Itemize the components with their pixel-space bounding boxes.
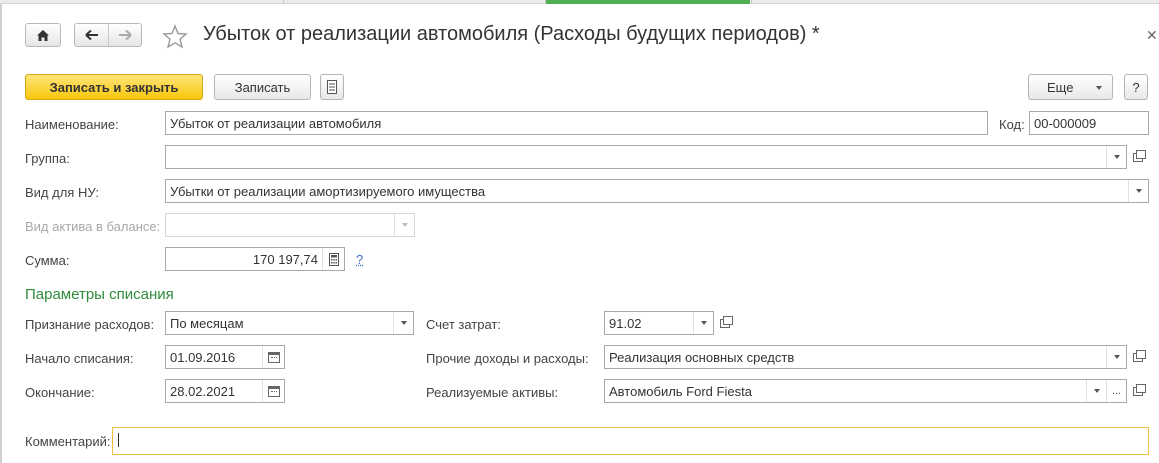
more-menu-label: Еще xyxy=(1047,79,1074,95)
calendar-icon xyxy=(267,351,280,363)
assets-dropdown-button[interactable] xyxy=(1086,380,1106,402)
text-caret xyxy=(118,433,119,447)
chevron-down-icon xyxy=(1135,189,1142,193)
open-form-icon xyxy=(1133,149,1146,162)
start-date-value: 01.09.2016 xyxy=(170,349,236,365)
open-form-icon xyxy=(720,315,733,328)
asset-type-dropdown-button[interactable] xyxy=(394,214,414,236)
assets-select-button[interactable]: ... xyxy=(1106,380,1126,402)
amount-field[interactable]: 170 197,74 xyxy=(165,247,345,271)
group-open-button[interactable] xyxy=(1128,145,1148,169)
chevron-down-icon xyxy=(400,321,407,325)
save-button[interactable]: Записать xyxy=(214,74,311,100)
tax-type-label: Вид для НУ: xyxy=(25,185,99,200)
recognition-select[interactable]: По месяцам xyxy=(165,311,414,335)
left-border xyxy=(0,4,2,463)
tax-type-select[interactable]: Убытки от реализации амортизируемого иму… xyxy=(165,179,1149,203)
close-icon[interactable]: ✕ xyxy=(1146,27,1158,44)
save-and-close-button[interactable]: Записать и закрыть xyxy=(25,74,203,100)
recognition-dropdown-button[interactable] xyxy=(393,312,413,334)
tax-type-value: Убытки от реализации амортизируемого иму… xyxy=(170,183,486,199)
chevron-down-icon xyxy=(700,321,707,325)
tab-strip xyxy=(0,0,1159,4)
chevron-down-icon xyxy=(1113,155,1120,159)
history-nav xyxy=(74,23,142,47)
other-income-select[interactable]: Реализация основных средств xyxy=(604,345,1127,369)
cost-account-select[interactable]: 91.02 xyxy=(604,311,714,335)
start-date-label: Начало списания: xyxy=(25,351,134,366)
calculator-button[interactable] xyxy=(322,248,344,270)
other-income-dropdown-button[interactable] xyxy=(1106,346,1126,368)
end-date-label: Окончание: xyxy=(25,385,95,400)
comment-label: Комментарий: xyxy=(25,434,111,449)
calendar-icon xyxy=(267,385,280,397)
cost-account-dropdown-button[interactable] xyxy=(693,312,713,334)
assets-select[interactable]: Автомобиль Ford Fiesta ... xyxy=(604,379,1127,403)
group-select[interactable] xyxy=(165,145,1127,169)
list-icon xyxy=(327,80,337,94)
code-label: Код: xyxy=(999,117,1025,132)
name-field[interactable]: Убыток от реализации автомобиля xyxy=(165,111,988,135)
home-button[interactable] xyxy=(25,23,61,47)
cost-account-value: 91.02 xyxy=(609,315,642,331)
chevron-down-icon xyxy=(1113,355,1120,359)
other-income-value: Реализация основных средств xyxy=(609,349,795,365)
open-form-icon xyxy=(1133,383,1146,396)
other-income-open-button[interactable] xyxy=(1128,345,1148,369)
tab-divider xyxy=(751,0,752,4)
back-button[interactable] xyxy=(75,24,108,46)
calculator-icon xyxy=(328,252,339,266)
star-icon xyxy=(162,24,188,49)
chevron-down-icon xyxy=(1096,86,1102,90)
chevron-down-icon xyxy=(1093,389,1100,393)
amount-help-link[interactable]: ? xyxy=(356,252,363,267)
cost-account-label: Счет затрат: xyxy=(426,317,501,332)
open-form-icon xyxy=(1133,349,1146,362)
group-dropdown-button[interactable] xyxy=(1106,146,1126,168)
end-date-value: 28.02.2021 xyxy=(170,383,236,399)
arrow-left-icon xyxy=(84,29,98,41)
home-icon xyxy=(37,29,49,41)
end-date-field[interactable]: 28.02.2021 xyxy=(165,379,285,403)
amount-label: Сумма: xyxy=(25,253,70,268)
end-date-calendar-button[interactable] xyxy=(262,380,284,402)
amount-value: 170 197,74 xyxy=(252,251,318,267)
asset-type-select[interactable] xyxy=(165,213,415,237)
active-tab-indicator[interactable] xyxy=(546,0,750,4)
asset-type-label: Вид актива в балансе: xyxy=(25,219,161,234)
name-value: Убыток от реализации автомобиля xyxy=(170,115,382,131)
group-label: Группа: xyxy=(25,151,70,166)
tax-type-dropdown-button[interactable] xyxy=(1128,180,1148,202)
assets-open-button[interactable] xyxy=(1128,379,1148,403)
other-income-label: Прочие доходы и расходы: xyxy=(426,351,589,366)
help-button[interactable]: ? xyxy=(1124,74,1148,100)
cost-account-open-button[interactable] xyxy=(715,311,735,335)
arrow-right-icon xyxy=(119,29,132,41)
forward-button[interactable] xyxy=(108,24,141,46)
start-date-field[interactable]: 01.09.2016 xyxy=(165,345,285,369)
page-title: Убыток от реализации автомобиля (Расходы… xyxy=(203,23,820,45)
code-field[interactable]: 00-000009 xyxy=(1029,111,1149,135)
assets-label: Реализуемые активы: xyxy=(426,385,559,400)
writeoff-section-title: Параметры списания xyxy=(25,286,174,303)
chevron-down-icon xyxy=(401,223,408,227)
recognition-value: По месяцам xyxy=(170,315,244,331)
tab-divider xyxy=(283,0,284,4)
favorite-star-button[interactable] xyxy=(162,24,188,52)
more-menu-button[interactable]: Еще xyxy=(1028,74,1113,100)
comment-input[interactable] xyxy=(112,427,1149,455)
code-value: 00-000009 xyxy=(1034,115,1097,131)
recognition-label: Признание расходов: xyxy=(25,317,155,332)
start-date-calendar-button[interactable] xyxy=(262,346,284,368)
assets-value: Автомобиль Ford Fiesta xyxy=(609,383,752,399)
document-list-button[interactable] xyxy=(320,74,344,100)
name-label: Наименование: xyxy=(25,117,119,132)
